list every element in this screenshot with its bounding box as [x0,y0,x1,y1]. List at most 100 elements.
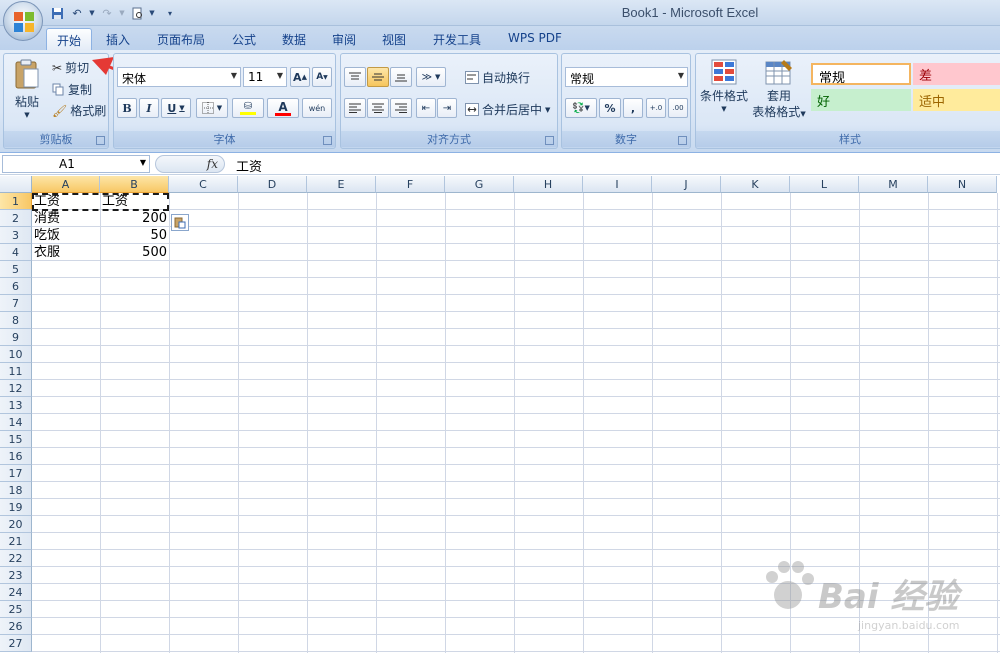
tab-developer[interactable]: 开发工具 [423,28,491,50]
row-header-23[interactable]: 23 [0,567,32,584]
currency-button[interactable]: 💱 ▼ [565,98,597,118]
percent-button[interactable]: % [599,98,621,118]
shrink-font-button[interactable]: A ▼ [312,67,332,87]
format-as-table-dropdown-icon[interactable]: ▼ [800,110,805,118]
paste-dropdown-icon[interactable]: ▼ [24,111,29,119]
row-header-5[interactable]: 5 [0,261,32,278]
column-header-g[interactable]: G [445,176,514,193]
increase-decimal-button[interactable]: +.0 [646,98,666,118]
italic-button[interactable]: I [139,98,159,118]
row-header-13[interactable]: 13 [0,397,32,414]
font-name-combo[interactable]: 宋体 ▼ [117,67,241,87]
style-good[interactable]: 好 [811,89,911,111]
merge-dropdown-icon[interactable]: ▼ [545,106,550,114]
office-button[interactable] [3,1,43,41]
decrease-decimal-button[interactable]: .00 [668,98,688,118]
row-header-19[interactable]: 19 [0,499,32,516]
column-header-d[interactable]: D [238,176,307,193]
row-header-10[interactable]: 10 [0,346,32,363]
decrease-indent-button[interactable]: ⇤ [416,98,436,118]
cut-button[interactable]: ✂ 剪切 [52,59,89,76]
row-header-7[interactable]: 7 [0,295,32,312]
number-format-dropdown-icon[interactable]: ▼ [678,71,684,80]
paste-options-button[interactable] [171,214,189,231]
tab-view[interactable]: 视图 [372,28,416,50]
name-box[interactable]: A1 ▼ [2,155,150,173]
column-header-a[interactable]: A [32,176,100,193]
number-launcher-icon[interactable] [678,136,687,145]
row-header-20[interactable]: 20 [0,516,32,533]
align-top-button[interactable] [344,67,366,87]
row-header-27[interactable]: 27 [0,635,32,652]
row-header-4[interactable]: 4 [0,244,32,261]
font-launcher-icon[interactable] [323,136,332,145]
row-header-3[interactable]: 3 [0,227,32,244]
row-header-15[interactable]: 15 [0,431,32,448]
tab-review[interactable]: 审阅 [322,28,366,50]
fill-color-button[interactable]: ⛁ [232,98,264,118]
format-as-table-button[interactable]: 套用 表格格式▼ [751,58,807,120]
align-middle-button[interactable] [367,67,389,87]
style-normal[interactable]: 常规 [811,63,911,86]
tab-data[interactable]: 数据 [272,28,316,50]
column-header-e[interactable]: E [307,176,376,193]
phonetic-button[interactable]: wén [302,98,332,118]
tab-insert[interactable]: 插入 [96,28,140,50]
font-name-dropdown-icon[interactable]: ▼ [231,71,237,80]
borders-button[interactable]: ▼ [196,98,228,118]
currency-dropdown-icon[interactable]: ▼ [585,104,590,112]
borders-dropdown-icon[interactable]: ▼ [217,104,222,112]
row-header-8[interactable]: 8 [0,312,32,329]
formula-input[interactable]: 工资 [236,156,262,175]
underline-button[interactable]: U ▼ [161,98,191,118]
cell-b2[interactable]: 200 [100,210,169,227]
column-header-j[interactable]: J [652,176,721,193]
column-header-n[interactable]: N [928,176,997,193]
column-header-b[interactable]: B [100,176,169,193]
row-header-14[interactable]: 14 [0,414,32,431]
conditional-format-button[interactable]: 条件格式 ▼ [699,58,749,113]
row-header-22[interactable]: 22 [0,550,32,567]
orientation-button[interactable]: ≫ ▼ [416,67,446,87]
style-bad[interactable]: 差 [913,63,1000,85]
tab-formulas[interactable]: 公式 [222,28,266,50]
align-center-button[interactable] [367,98,389,118]
row-header-2[interactable]: 2 [0,210,32,227]
align-bottom-button[interactable] [390,67,412,87]
row-header-12[interactable]: 12 [0,380,32,397]
row-header-6[interactable]: 6 [0,278,32,295]
orientation-dropdown-icon[interactable]: ▼ [435,73,440,81]
row-header-18[interactable]: 18 [0,482,32,499]
row-header-26[interactable]: 26 [0,618,32,635]
tab-page-layout[interactable]: 页面布局 [147,28,215,50]
bold-button[interactable]: B [117,98,137,118]
row-header-21[interactable]: 21 [0,533,32,550]
align-left-button[interactable] [344,98,366,118]
select-all-corner[interactable] [0,176,32,193]
cell-a3[interactable]: 吃饭 [32,227,100,244]
clipboard-launcher-icon[interactable] [96,136,105,145]
font-size-combo[interactable]: 11 ▼ [243,67,287,87]
row-header-9[interactable]: 9 [0,329,32,346]
column-header-f[interactable]: F [376,176,445,193]
alignment-launcher-icon[interactable] [545,136,554,145]
row-header-17[interactable]: 17 [0,465,32,482]
row-header-24[interactable]: 24 [0,584,32,601]
column-header-k[interactable]: K [721,176,790,193]
insert-function-button[interactable]: fx [155,155,225,173]
increase-indent-button[interactable]: ⇥ [437,98,457,118]
underline-dropdown-icon[interactable]: ▼ [179,104,184,112]
column-header-i[interactable]: I [583,176,652,193]
column-header-h[interactable]: H [514,176,583,193]
cell-a4[interactable]: 衣服 [32,244,100,261]
comma-button[interactable]: , [623,98,643,118]
merge-center-button[interactable]: 合并后居中 ▼ [465,101,550,118]
row-header-16[interactable]: 16 [0,448,32,465]
column-header-l[interactable]: L [790,176,859,193]
grow-font-button[interactable]: A ▲ [290,67,310,87]
cell-a2[interactable]: 消费 [32,210,100,227]
wrap-text-button[interactable]: 自动换行 [465,69,530,86]
row-header-1[interactable]: 1 [0,193,32,210]
font-color-button[interactable]: A [267,98,299,118]
paste-button[interactable]: 粘贴 ▼ [10,58,44,119]
